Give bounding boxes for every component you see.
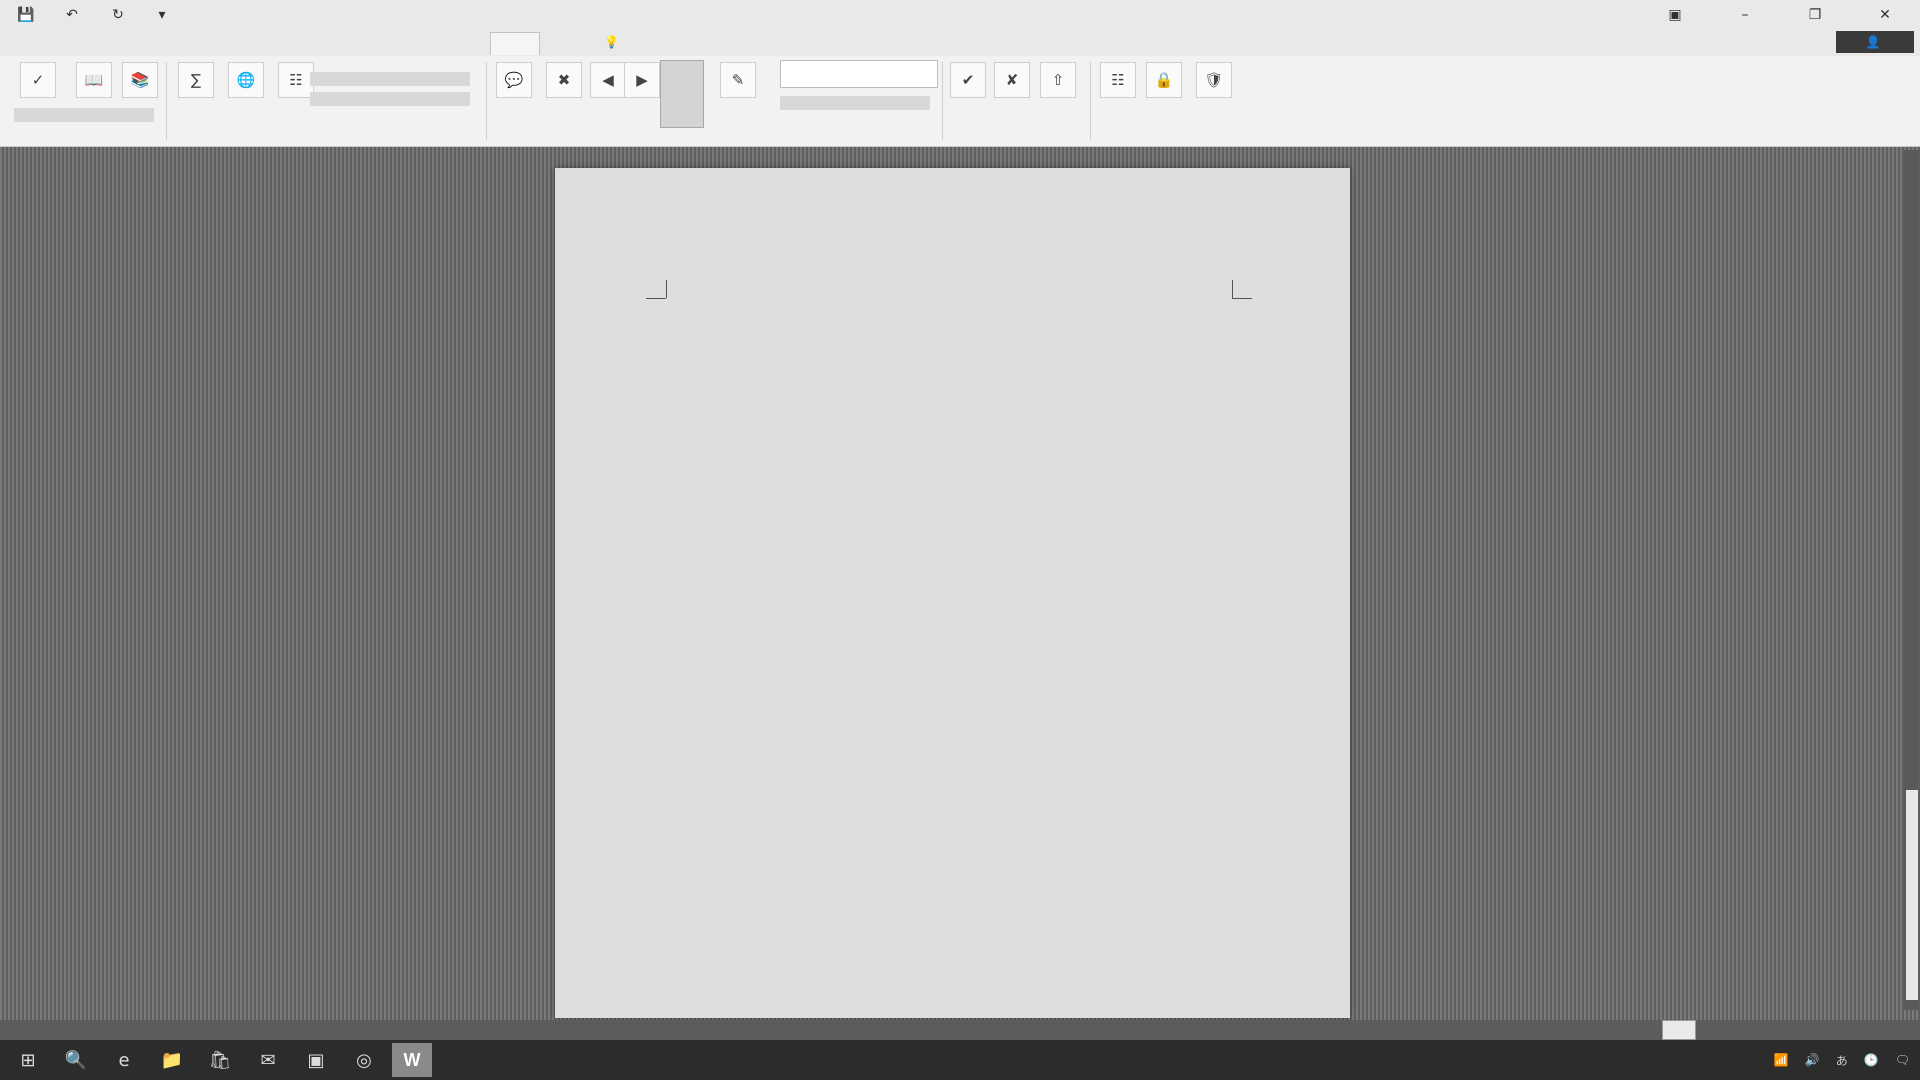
next-comment-icon[interactable]: ▶ [624,62,660,98]
text-line [670,780,1230,792]
word-taskbar-icon[interactable]: W [392,1043,432,1077]
text-line [670,828,1230,840]
reject-icon[interactable]: ✘ [994,62,1030,98]
text-line [670,468,1230,480]
edge-icon[interactable]: e [104,1043,144,1077]
text-line [670,540,1230,552]
taskbar [0,1040,1920,1080]
text-line [670,516,1230,528]
undo-icon[interactable]: ↶ [58,4,86,26]
delete-comment-icon[interactable]: ✖ [546,62,582,98]
previous-change-icon[interactable]: ⇧ [1040,62,1076,98]
restrict-editing-icon[interactable]: 🛡 [1196,62,1232,98]
close-button[interactable]: ✕ [1850,0,1920,30]
research-icon[interactable]: 📖 [76,62,112,98]
minimize-button[interactable]: – [1710,0,1780,30]
app-icon[interactable]: ◎ [344,1043,384,1077]
new-comment-icon[interactable]: 💬 [496,62,532,98]
lightbulb-icon: 💡 [604,35,619,49]
text-line [670,684,1230,696]
block-authors-icon[interactable]: 🔒 [1146,62,1182,98]
ribbon-separator [1090,62,1091,140]
ribbon-small-button [310,72,470,86]
ribbon-separator [942,62,943,140]
text-line [670,396,1230,408]
system-tray: 📶 🔊 あ 🕒 🗨 [1774,1046,1910,1074]
person-icon: 👤 [1865,35,1881,49]
text-line [670,804,1230,816]
track-changes-button[interactable] [660,60,704,128]
document-body[interactable] [670,300,1230,876]
ime-icon[interactable]: あ [1836,1052,1848,1069]
tab-review[interactable] [490,32,540,55]
ribbon-separator [166,62,167,140]
previous-comment-icon[interactable]: ◀ [590,62,626,98]
text-line [670,756,1230,768]
text-line [670,636,1230,648]
language-icon[interactable]: ☷ [278,62,314,98]
file-explorer-icon[interactable]: 📁 [152,1043,192,1077]
text-line [670,444,1230,456]
text-line [670,852,1230,864]
ribbon-small-button [310,92,470,106]
margin-corner-mark [1232,298,1252,299]
notification-icon[interactable]: 🗨 [1895,1053,1910,1067]
word-count-icon[interactable]: ∑ [178,62,214,98]
print-layout-view-button[interactable] [1662,1020,1696,1040]
text-line [670,588,1230,600]
text-line [670,372,1230,384]
margin-corner-mark [666,280,667,298]
save-icon[interactable]: 💾 [12,4,40,26]
ribbon-display-options-button[interactable]: ▣ [1640,0,1710,30]
text-line [670,732,1230,744]
status-bar [0,1020,1920,1040]
display-for-review-select[interactable] [780,60,938,88]
network-icon[interactable]: 📶 [1774,1053,1789,1067]
start-icon[interactable]: ⊞ [8,1043,48,1077]
customize-quick-access-icon[interactable]: ▾ [148,4,176,26]
markup-icon[interactable]: ✎ [720,62,756,98]
thesaurus-icon[interactable]: 📚 [122,62,158,98]
text-line [670,564,1230,576]
scrollbar-thumb[interactable] [1906,790,1918,1000]
ribbon-tabs [0,30,1920,56]
spelling-icon[interactable]: ✓ [20,62,56,98]
text-line [670,660,1230,672]
text-line [670,324,1230,336]
text-line [670,612,1230,624]
translate-icon[interactable]: 🌐 [228,62,264,98]
mail-icon[interactable]: ✉ [248,1043,288,1077]
text-line [670,420,1230,432]
maximize-button[interactable]: ❐ [1780,0,1850,30]
tell-me-search[interactable]: 💡 [604,35,619,49]
ribbon-small-button [780,96,930,110]
text-line [670,708,1230,720]
compare-icon[interactable]: ☷ [1100,62,1136,98]
accept-icon[interactable]: ✔ [950,62,986,98]
margin-corner-mark [646,298,666,299]
ribbon-small-button [14,108,154,122]
redo-icon[interactable]: ↻ [104,4,132,26]
clock[interactable]: 🕒 [1864,1053,1879,1067]
text-line [670,300,1230,312]
title-bar: 💾 ↶ ↻ ▾ ▣ – ❐ ✕ [0,0,1920,31]
app-icon[interactable]: ▣ [296,1043,336,1077]
volume-icon[interactable]: 🔊 [1805,1053,1820,1067]
text-line [670,492,1230,504]
store-icon[interactable]: 🛍 [200,1043,240,1077]
text-line [670,348,1230,360]
ribbon-separator [486,62,487,140]
margin-corner-mark [1232,280,1233,298]
search-icon[interactable]: 🔍 [56,1043,96,1077]
share-button[interactable]: 👤 [1836,31,1914,53]
